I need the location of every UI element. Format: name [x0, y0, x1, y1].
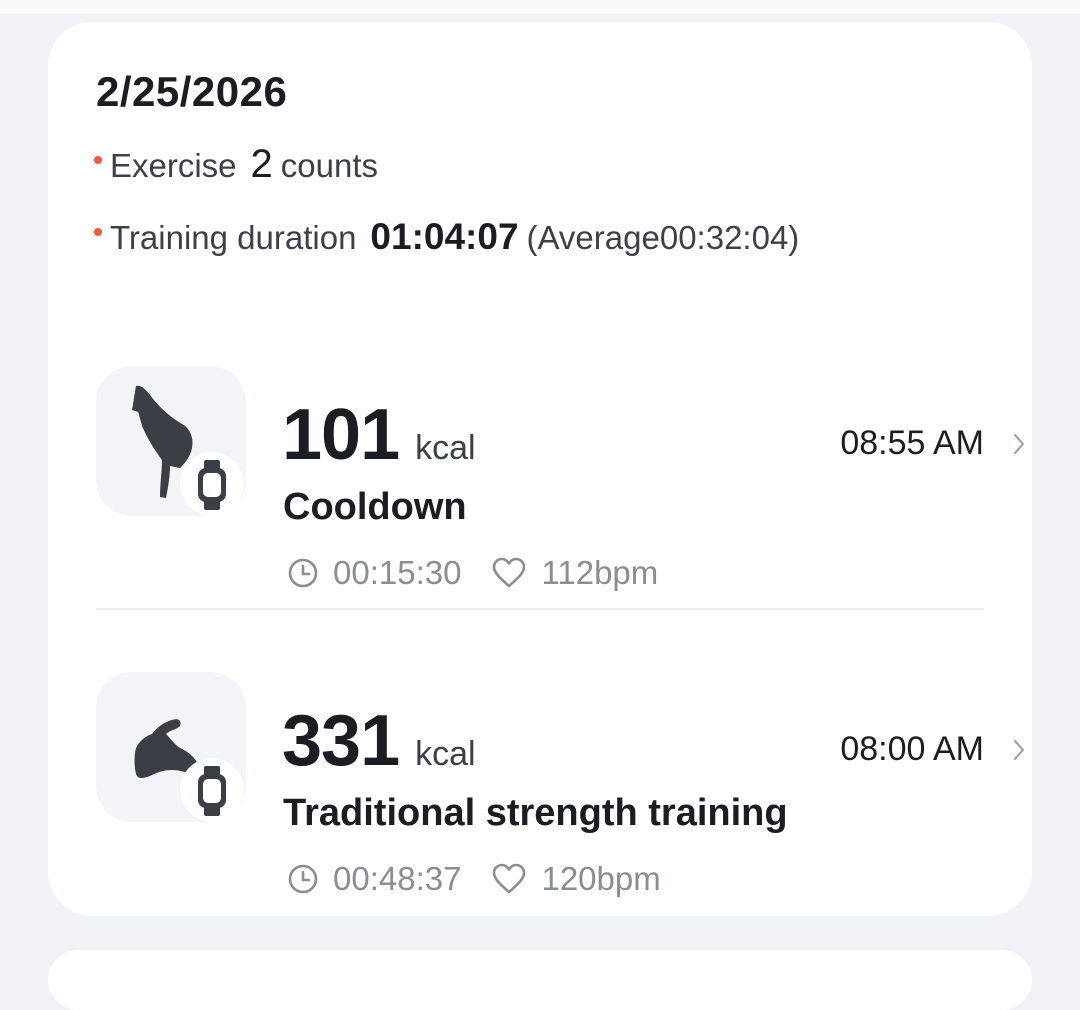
- next-day-card: [48, 950, 1032, 1010]
- workout-metrics: 00:48:37 120bpm: [287, 860, 661, 898]
- daily-summary-card: 2/25/2026 Exercise 2 counts Training dur…: [48, 22, 1032, 916]
- bullet-dot: [94, 156, 102, 164]
- heart-icon: [493, 557, 526, 588]
- divider: [96, 608, 984, 610]
- duration-metric: 00:15:30: [287, 554, 461, 592]
- bullet-dot: [94, 228, 102, 236]
- exercise-label: Exercise: [110, 147, 237, 184]
- workout-heart-rate: 120bpm: [541, 860, 661, 897]
- workout-metrics: 00:15:30 112bpm: [287, 554, 658, 592]
- smartwatch-icon: [198, 766, 226, 816]
- workout-duration: 00:15:30: [333, 554, 462, 591]
- duration-metric: 00:48:37: [287, 860, 461, 898]
- kcal-unit: kcal: [415, 429, 476, 467]
- smartwatch-icon: [198, 460, 226, 510]
- kcal-unit: kcal: [415, 735, 476, 773]
- kcal-value: 331: [282, 701, 400, 781]
- exercise-count: 2: [250, 142, 273, 186]
- workout-time: 08:55 AM: [840, 424, 984, 462]
- heart-rate-metric: 120bpm: [491, 860, 661, 898]
- workout-icon-tile: [96, 366, 246, 516]
- workout-name: Cooldown: [283, 486, 467, 528]
- training-duration-line: Training duration 01:04:07 (Average00:32…: [94, 216, 799, 258]
- heart-rate-metric: 112bpm: [491, 554, 658, 592]
- workout-icon-tile: [96, 672, 246, 822]
- duration-average: (Average00:32:04): [526, 219, 800, 256]
- watch-badge: [180, 452, 244, 516]
- clock-icon: [288, 864, 318, 894]
- chevron-right-icon: [1014, 434, 1024, 454]
- workout-name: Traditional strength training: [283, 792, 788, 834]
- workout-time: 08:00 AM: [840, 730, 984, 768]
- duration-label: Training duration: [110, 219, 357, 256]
- calories: 101 kcal: [282, 394, 476, 476]
- status-area: [0, 0, 1080, 14]
- workout-item-cooldown[interactable]: 101 kcal 08:55 AM Cooldown 00:15:30 112b…: [96, 364, 1024, 604]
- duration-total: 01:04:07: [370, 216, 519, 257]
- summary-date: 2/25/2026: [96, 68, 288, 115]
- chevron-right-icon: [1014, 740, 1024, 760]
- workout-duration: 00:48:37: [333, 860, 462, 897]
- calories: 331 kcal: [282, 700, 476, 782]
- clock-icon: [288, 558, 318, 588]
- exercise-unit: counts: [280, 147, 379, 184]
- heart-icon: [493, 863, 526, 894]
- exercise-count-line: Exercise 2 counts: [94, 142, 378, 187]
- watch-badge: [180, 758, 244, 822]
- workout-heart-rate: 112bpm: [541, 554, 659, 591]
- kcal-value: 101: [282, 395, 400, 475]
- workout-item-strength-training[interactable]: 331 kcal 08:00 AM Traditional strength t…: [96, 670, 1024, 910]
